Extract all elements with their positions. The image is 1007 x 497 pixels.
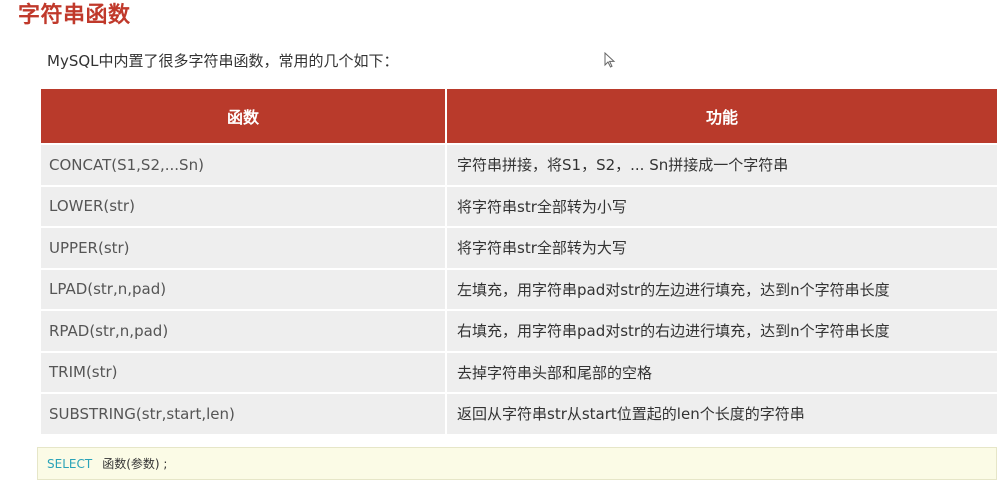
table-row: LOWER(str) 将字符串str全部转为小写 (41, 186, 997, 228)
table-row: SUBSTRING(str,start,len) 返回从字符串str从start… (41, 394, 997, 436)
function-name: RPAD(str,n,pad) (41, 311, 447, 351)
sql-keyword: SELECT (47, 456, 93, 471)
intro-text: MySQL中内置了很多字符串函数，常用的几个如下： (47, 52, 399, 70)
function-name: LPAD(str,n,pad) (41, 269, 447, 309)
function-description: 将字符串str全部转为小写 (447, 186, 997, 226)
function-description: 左填充，用字符串pad对str的左边进行填充，达到n个字符串长度 (447, 269, 997, 309)
table-row: CONCAT(S1,S2,...Sn) 字符串拼接，将S1，S2，... Sn拼… (41, 145, 997, 187)
mouse-pointer-icon (604, 52, 616, 68)
header-description: 功能 (705, 108, 738, 127)
functions-table: 函数 功能 CONCAT(S1,S2,...Sn) 字符串拼接，将S1，S2，.… (41, 89, 997, 436)
function-name: CONCAT(S1,S2,...Sn) (41, 145, 447, 185)
page-title: 字符串函数 (18, 3, 131, 28)
table-row: LPAD(str,n,pad) 左填充，用字符串pad对str的左边进行填充，达… (41, 269, 997, 311)
function-description: 返回从字符串str从start位置起的len个长度的字符串 (447, 394, 997, 434)
code-snippet: SELECT 函数(参数) ; (37, 447, 997, 480)
header-function: 函数 (41, 89, 447, 143)
function-description: 字符串拼接，将S1，S2，... Sn拼接成一个字符串 (447, 145, 997, 185)
table-header-row: 函数 功能 (41, 89, 997, 145)
function-name: TRIM(str) (41, 352, 447, 392)
function-name: LOWER(str) (41, 186, 447, 226)
sql-expression: 函数(参数) ; (102, 457, 168, 471)
function-description: 去掉字符串头部和尾部的空格 (447, 352, 997, 392)
function-name: SUBSTRING(str,start,len) (41, 394, 447, 434)
function-description: 将字符串str全部转为大写 (447, 228, 997, 268)
table-row: UPPER(str) 将字符串str全部转为大写 (41, 228, 997, 270)
function-name: UPPER(str) (41, 228, 447, 268)
table-row: RPAD(str,n,pad) 右填充，用字符串pad对str的右边进行填充，达… (41, 311, 997, 353)
table-row: TRIM(str) 去掉字符串头部和尾部的空格 (41, 352, 997, 394)
function-description: 右填充，用字符串pad对str的右边进行填充，达到n个字符串长度 (447, 311, 997, 351)
